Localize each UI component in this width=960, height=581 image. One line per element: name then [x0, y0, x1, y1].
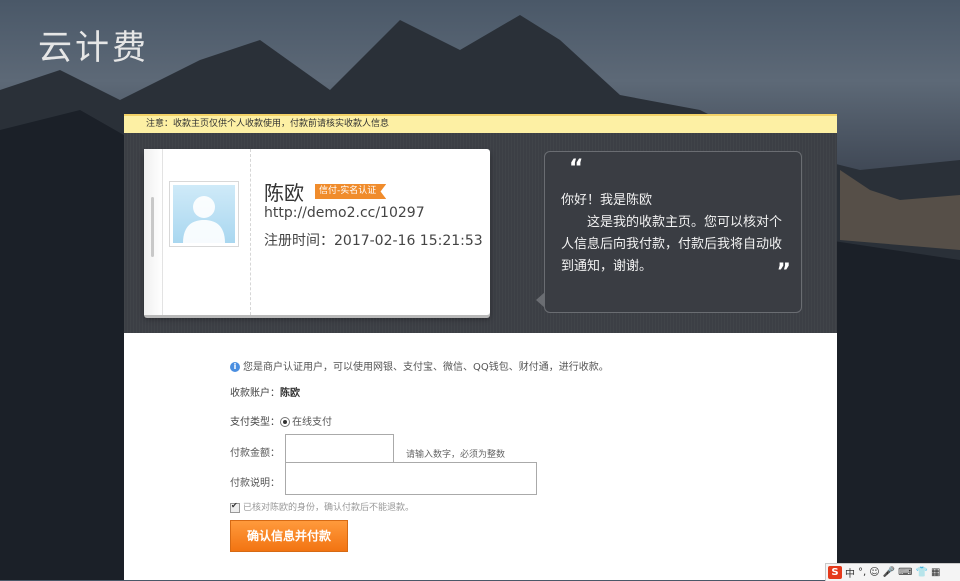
card-binding-strip [144, 149, 163, 315]
online-pay-option[interactable]: 在线支付 [292, 417, 332, 428]
amount-label: 付款金额： [230, 448, 280, 459]
online-pay-radio[interactable] [280, 417, 290, 427]
avatar [169, 181, 239, 247]
account-label: 收款账户： [230, 388, 280, 399]
profile-card: 陈欧 信付-实名认证 http://demo2.cc/10297 注册时间：20… [144, 149, 490, 315]
confirm-row: 已核对陈欧的身份，确认付款后不能退款。 [230, 500, 414, 513]
payment-panel: 注意：收款主页仅供个人收款使用，付款前请核实收款人信息 陈欧 信付-实名认证 h… [124, 114, 837, 580]
submit-button[interactable]: 确认信息并付款 [230, 520, 348, 552]
notice-bar: 注意：收款主页仅供个人收款使用，付款前请核实收款人信息 [124, 114, 837, 133]
close-quote-icon: ” [776, 260, 791, 285]
microphone-icon[interactable]: 🎤 [883, 567, 895, 578]
amount-input[interactable] [285, 434, 394, 464]
payee-name: 陈欧 [264, 181, 304, 205]
bubble-message: 你好！我是陈欧 这是我的收款主页。您可以核对个人信息后向我付款，付款后我将自动收… [561, 190, 793, 278]
note-input[interactable] [285, 462, 537, 495]
bubble-greeting: 你好！我是陈欧 [561, 193, 653, 208]
keyboard-icon[interactable]: ⌨ [898, 567, 912, 578]
ime-toolbar: S 中 °, ☺ 🎤 ⌨ 👕 ▦ [825, 563, 960, 581]
account-value: 陈欧 [280, 388, 300, 399]
message-bubble: “ 你好！我是陈欧 这是我的收款主页。您可以核对个人信息后向我付款，付款后我将自… [536, 151, 802, 313]
bubble-body: 这是我的收款主页。您可以核对个人信息后向我付款，付款后我将自动收到通知，谢谢。 [561, 215, 783, 274]
info-icon: i [230, 362, 240, 372]
registration-time: 注册时间：2017-02-16 15:21:53 [264, 233, 483, 249]
open-quote-icon: “ [569, 156, 584, 181]
confirm-checkbox[interactable] [230, 501, 240, 513]
paytype-row: 支付类型： 在线支付 [230, 413, 332, 428]
toolbox-icon[interactable]: ▦ [931, 567, 940, 578]
sogou-ime-icon[interactable]: S [828, 566, 842, 579]
profile-header: 陈欧 信付-实名认证 http://demo2.cc/10297 注册时间：20… [124, 133, 837, 333]
ime-mode-toggle[interactable]: 中 [845, 565, 855, 580]
note-label: 付款说明： [230, 478, 280, 489]
payee-url[interactable]: http://demo2.cc/10297 [264, 205, 425, 221]
user-avatar-icon [173, 185, 235, 243]
verified-badge: 信付-实名认证 [315, 184, 387, 199]
skin-icon[interactable]: 👕 [916, 567, 928, 578]
amount-hint: 请输入数字，必须为整数 [406, 450, 506, 460]
emoji-icon[interactable]: ☺ [869, 567, 879, 578]
merchant-info: i 您是商户认证用户，可以使用网银、支付宝、微信、QQ钱包、财付通，进行收款。 [230, 358, 609, 373]
account-row: 收款账户：陈欧 [230, 384, 300, 399]
site-logo[interactable]: 云计费 [38, 20, 149, 69]
punctuation-toggle[interactable]: °, [858, 567, 866, 578]
paytype-label: 支付类型： [230, 417, 280, 428]
